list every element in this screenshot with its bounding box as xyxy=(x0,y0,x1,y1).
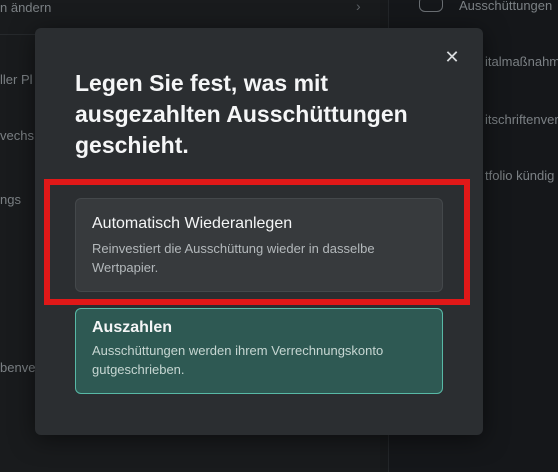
bg-item-3[interactable]: vechs xyxy=(0,128,34,143)
distribution-modal: ✕ Legen Sie fest, was mit ausgezahlten A… xyxy=(35,28,483,435)
option-description: Ausschüttungen werden ihrem Verrechnungs… xyxy=(92,343,384,377)
option-description: Reinvestiert die Ausschüttung wieder in … xyxy=(92,241,375,275)
bg-item-5[interactable]: benve xyxy=(0,360,35,375)
chevron-right-icon: › xyxy=(356,0,361,14)
option-title: Automatisch Wiederanlegen xyxy=(92,215,293,232)
bg-right-item-2[interactable]: italmaßnahmen xyxy=(485,54,558,69)
option-payout[interactable]: Auszahlen Ausschüttungen werden ihrem Ve… xyxy=(75,308,443,394)
close-icon[interactable]: ✕ xyxy=(443,48,461,66)
option-reinvest[interactable]: Automatisch Wiederanlegen Reinvestiert d… xyxy=(75,198,443,292)
bg-right-item-4[interactable]: tfolio kündig xyxy=(485,168,554,183)
option-title: Auszahlen xyxy=(92,319,173,336)
modal-title: Legen Sie fest, was mit ausgezahlten Aus… xyxy=(75,70,408,158)
bg-item-4[interactable]: ngs xyxy=(0,192,21,207)
hand-coins-icon xyxy=(419,0,443,12)
bg-right-item-3[interactable]: itschriftenver xyxy=(485,112,558,127)
bg-item-2[interactable]: ller Pl xyxy=(0,72,33,87)
bg-item-1[interactable]: n ändern xyxy=(0,0,51,15)
bg-right-item-1[interactable]: Ausschüttungen xyxy=(459,0,552,13)
